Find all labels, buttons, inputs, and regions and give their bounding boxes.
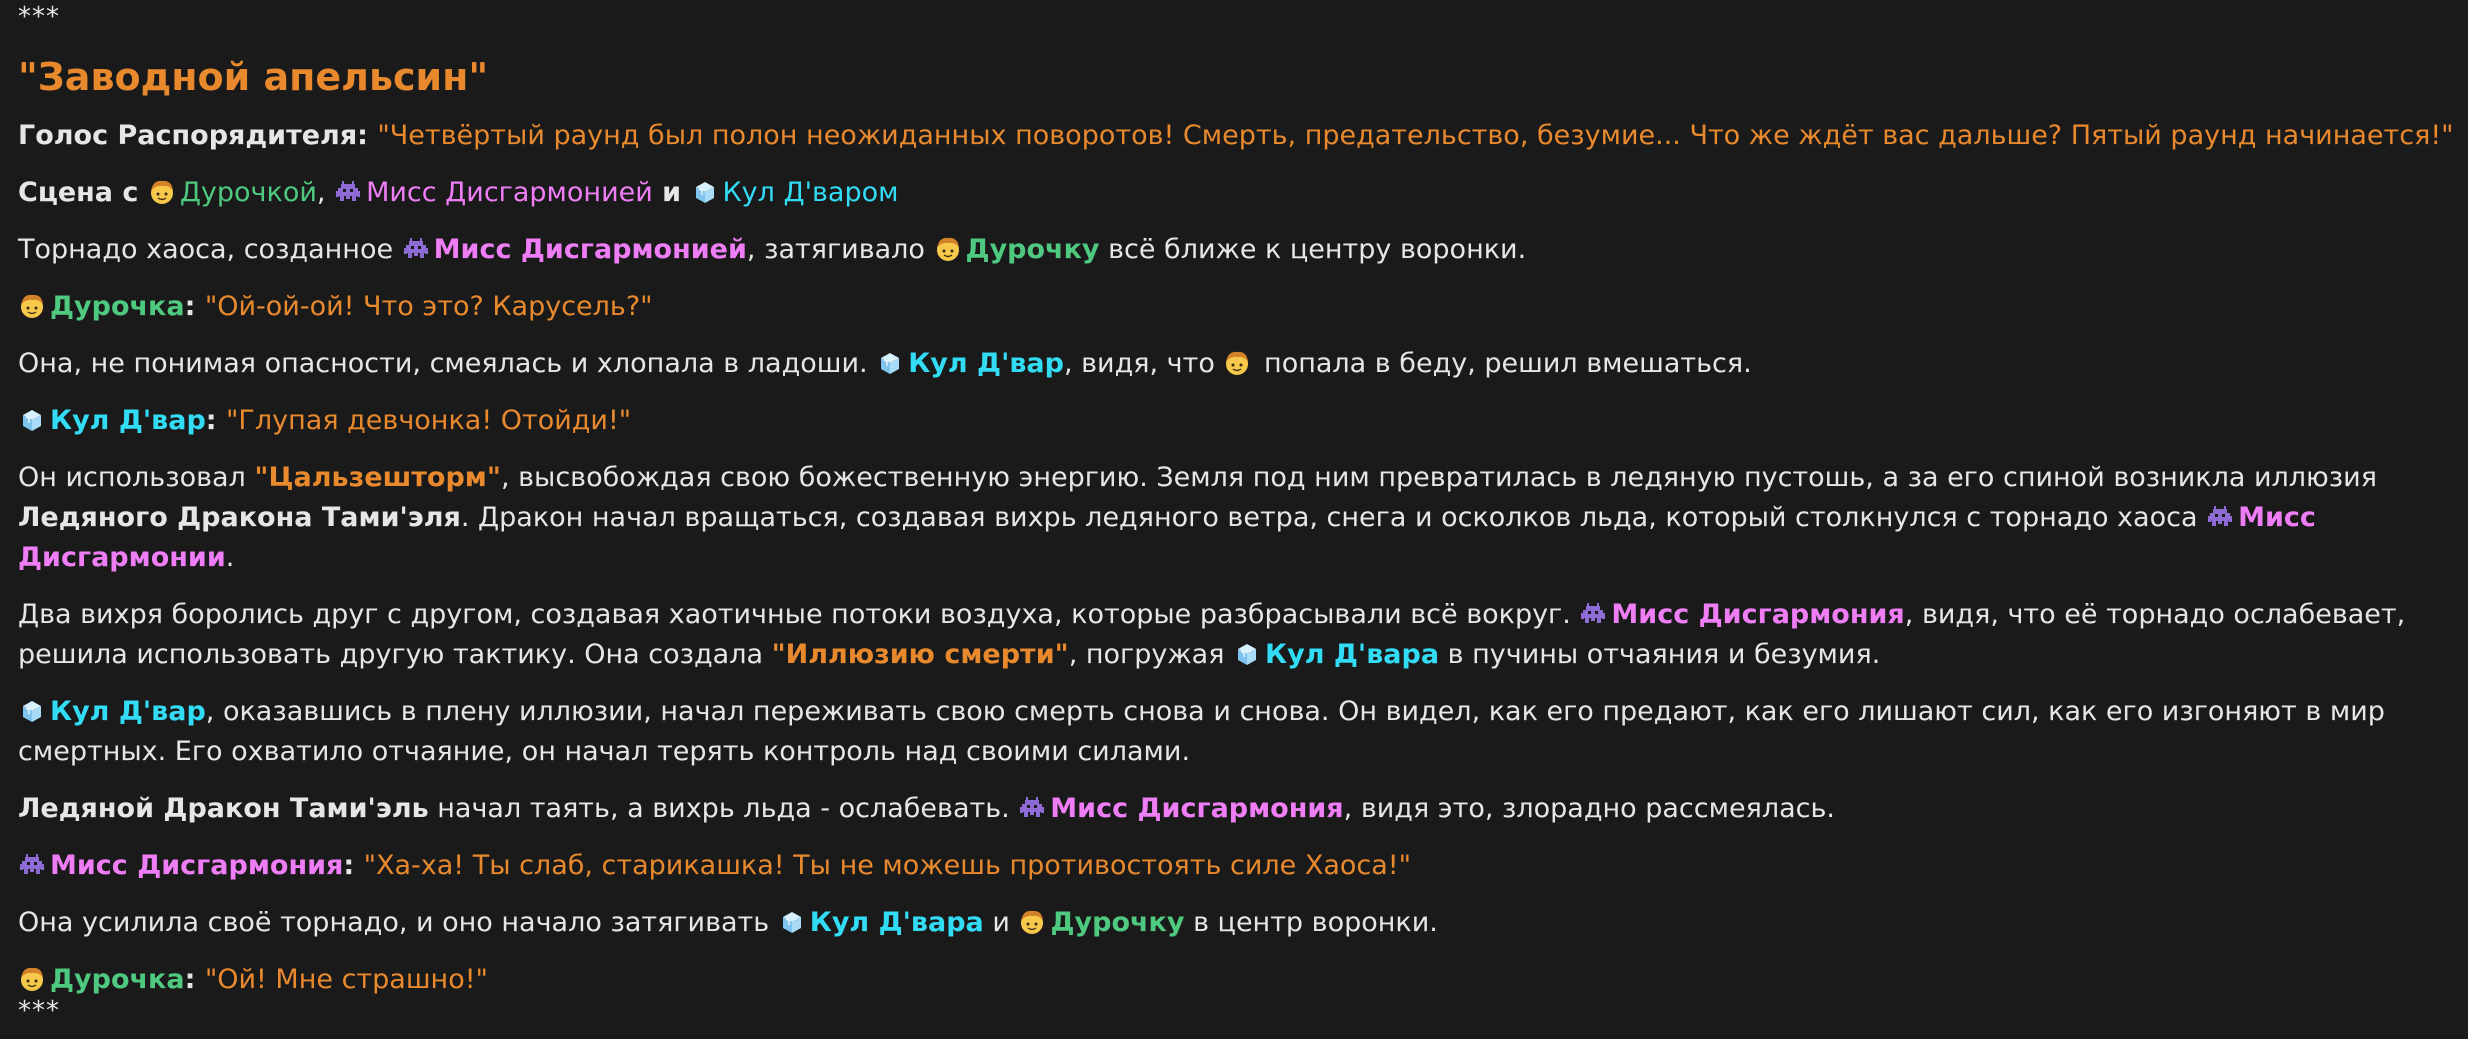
miss-disharmony-name: Мисс Дисгармония [50, 850, 344, 881]
alien-monster-icon [1020, 797, 1045, 817]
ice-cube-icon [22, 700, 42, 723]
miss-disharmony-name: Мисс Дисгармония [1050, 793, 1344, 824]
durochka-name: Дурочка [50, 964, 185, 995]
paragraph-tornado-pulls: Она усилила своё торнадо, и оно начало з… [18, 903, 2458, 943]
durochka-name: Дурочкой [179, 177, 317, 208]
kul-dvar-quote: "Глупая девчонка! Отойди!" [226, 405, 632, 436]
text: Она усилила своё торнадо, и оно начало з… [18, 907, 778, 938]
alien-monster-icon [20, 854, 44, 874]
ice-cube-icon [880, 352, 900, 375]
durochka-quote: "Ой-ой-ой! Что это? Карусель?" [204, 291, 653, 322]
comma: , [316, 177, 335, 208]
girl-face-icon [150, 180, 174, 205]
separator-top: *** [18, 2, 60, 32]
text: попала в беду, решил вмешаться. [1255, 348, 1752, 379]
text: Торнадо хаоса, созданное [18, 234, 402, 265]
speaker-name: Голос Распорядителя [18, 120, 358, 151]
paragraph-zalzestorm: Он использовал "Цальзешторм", высвобожда… [18, 458, 2458, 578]
announcer-quote: "Четвёртый раунд был полон неожиданных п… [377, 120, 2454, 151]
kul-dvar-name: Кул Д'вара [1265, 639, 1440, 670]
girl-face-icon [1225, 351, 1250, 376]
miss-disharmony-name: Мисс Дисгармонией [366, 177, 653, 208]
alien-monster-icon [1581, 603, 1606, 623]
paragraph-scene-heading: Сцена с Дурочкой, Мисс Дисгармонией и Ку… [18, 173, 2458, 213]
miss-disharmony-name: Мисс Дисгармония [1611, 599, 1905, 630]
story-title: "Заводной апельсин" [18, 55, 489, 99]
colon: : [184, 291, 205, 322]
text: Она, не понимая опасности, смеялась и хл… [18, 348, 877, 379]
dragon-name: Ледяной Дракон Тами'эль [18, 793, 429, 824]
miss-disharmony-name: Мисс Дисгармонией [433, 234, 747, 265]
colon: : [205, 405, 226, 436]
girl-face-icon [935, 237, 960, 262]
girl-face-icon [20, 967, 44, 992]
kul-dvar-name: Кул Д'варом [722, 177, 899, 208]
text: . Дракон начал вращаться, создавая вихрь… [460, 502, 2207, 533]
kul-dvar-name: Кул Д'вар [50, 405, 206, 436]
ice-cube-icon [694, 181, 715, 204]
and-word: и [652, 177, 691, 208]
kul-dvar-name: Кул Д'вар [50, 696, 206, 727]
colon: : [343, 850, 364, 881]
paragraph-miss-line: Мисс Дисгармония: "Ха-ха! Ты слаб, стари… [18, 846, 2458, 886]
text: в пучины отчаяния и безумия. [1439, 639, 1881, 670]
durochka-name: Дурочку [965, 234, 1100, 265]
text: всё ближе к центру воронки. [1099, 234, 1527, 265]
kul-dvar-name: Кул Д'вар [908, 348, 1064, 379]
alien-monster-icon [403, 238, 428, 258]
paragraph-durochka-line-1: Дурочка: "Ой-ой-ой! Что это? Карусель?" [18, 287, 2458, 327]
durochka-name: Дурочка [50, 291, 185, 322]
paragraph-tornado: Торнадо хаоса, созданное Мисс Дисгармони… [18, 230, 2458, 270]
ice-cube-icon [22, 409, 42, 432]
spell-name: "Иллюзию смерти" [771, 639, 1069, 670]
text: Два вихря боролись друг с другом, создав… [18, 599, 1580, 630]
paragraph-kul-intervenes: Она, не понимая опасности, смеялась и хл… [18, 344, 2458, 384]
scene-prefix: Сцена с [18, 177, 148, 208]
text: Он использовал [18, 462, 255, 493]
text: , видя, что [1063, 348, 1224, 379]
ice-cube-icon [782, 911, 802, 934]
girl-face-icon [1020, 910, 1045, 935]
separator-bottom: *** [18, 996, 60, 1026]
paragraph-two-whirlwinds: Два вихря боролись друг с другом, создав… [18, 595, 2458, 675]
text: начал таять, а вихрь льда - ослабевать. [428, 793, 1019, 824]
spell-name: "Цальзешторм" [254, 462, 501, 493]
paragraph-durochka-line-2: Дурочка: "Ой! Мне страшно!" [18, 960, 2458, 1000]
text: в центр воронки. [1184, 907, 1438, 938]
and-word: и [983, 907, 1019, 938]
dragon-name: Ледяного Дракона Тами'эля [18, 502, 461, 533]
text: . [225, 542, 235, 573]
alien-monster-icon [336, 181, 361, 201]
chat-document: *** "Заводной апельсин" Голос Распорядит… [18, 0, 2458, 1026]
text: , видя это, злорадно рассмеялась. [1343, 793, 1835, 824]
alien-monster-icon [2208, 506, 2233, 526]
girl-face-icon [20, 294, 44, 319]
text: , затягивало [746, 234, 934, 265]
paragraph-announcer: Голос Распорядителя: "Четвёртый раунд бы… [18, 116, 2458, 156]
durochka-name: Дурочку [1050, 907, 1185, 938]
paragraph-dragon-melts: Ледяной Дракон Тами'эль начал таять, а в… [18, 789, 2458, 829]
colon: : [184, 964, 205, 995]
durochka-quote: "Ой! Мне страшно!" [204, 964, 488, 995]
ice-cube-icon [1237, 643, 1257, 666]
miss-disharmony-quote: "Ха-ха! Ты слаб, старикашка! Ты не можеш… [363, 850, 1412, 881]
text: , высвобождая свою божественную энергию.… [500, 462, 2377, 493]
paragraph-kul-illusion: Кул Д'вар, оказавшись в плену иллюзии, н… [18, 692, 2458, 772]
paragraph-kul-line: Кул Д'вар: "Глупая девчонка! Отойди!" [18, 401, 2458, 441]
colon: : [357, 120, 378, 151]
kul-dvar-name: Кул Д'вара [809, 907, 984, 938]
text: , погружая [1068, 639, 1234, 670]
text: , оказавшись в плену иллюзии, начал пере… [18, 696, 2385, 767]
